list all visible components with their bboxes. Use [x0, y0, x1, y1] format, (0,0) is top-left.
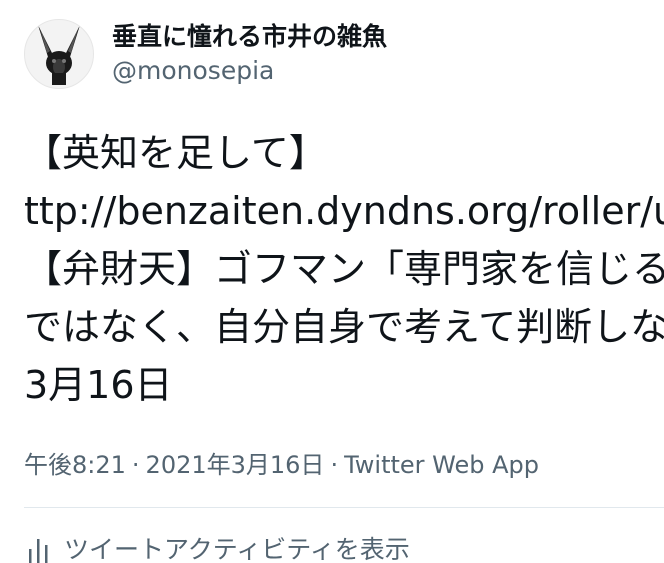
user-block: 垂直に憧れる市井の雑魚 @monosepia	[112, 20, 387, 88]
tweet-source-link[interactable]: Twitter Web App	[344, 451, 539, 479]
meta-separator: ·	[131, 451, 140, 479]
tweet-link[interactable]: ttp://benzaiten.dyndns.org/roller/ugya/e…	[24, 182, 664, 240]
avatar[interactable]	[24, 19, 94, 89]
user-handle[interactable]: @monosepia	[112, 54, 387, 88]
tweet-meta: 午後8:21 · 2021年3月16日 · Twitter Web App	[24, 448, 539, 482]
tweet-line: 3月16日	[24, 363, 173, 407]
display-name[interactable]: 垂直に憧れる市井の雑魚	[112, 20, 387, 54]
tweet-line: 【英知を足して】	[24, 131, 327, 175]
view-tweet-activity-button[interactable]: ツイートアクティビティを表示	[28, 532, 410, 563]
tweet-date[interactable]: 2021年3月16日	[146, 451, 325, 479]
tweet-detail: 垂直に憧れる市井の雑魚 @monosepia 【英知を足して】 ttp://be…	[0, 0, 664, 563]
black-rabbit-mask-icon	[38, 25, 80, 85]
bar-chart-icon	[28, 537, 50, 563]
tweet-header: 垂直に憧れる市井の雑魚 @monosepia	[24, 18, 387, 90]
divider	[24, 507, 664, 508]
tweet-line: 【弁財天】ゴフマン「専門家を信じるのではなく	[24, 247, 664, 291]
tweet-text: 【英知を足して】 ttp://benzaiten.dyndns.org/roll…	[24, 124, 664, 414]
tweet-time[interactable]: 午後8:21	[24, 451, 126, 479]
meta-separator: ·	[330, 451, 339, 479]
tweet-line: ではなく、自分自身で考えて判断しなさい」	[24, 305, 664, 349]
view-tweet-activity-label: ツイートアクティビティを表示	[64, 535, 410, 563]
